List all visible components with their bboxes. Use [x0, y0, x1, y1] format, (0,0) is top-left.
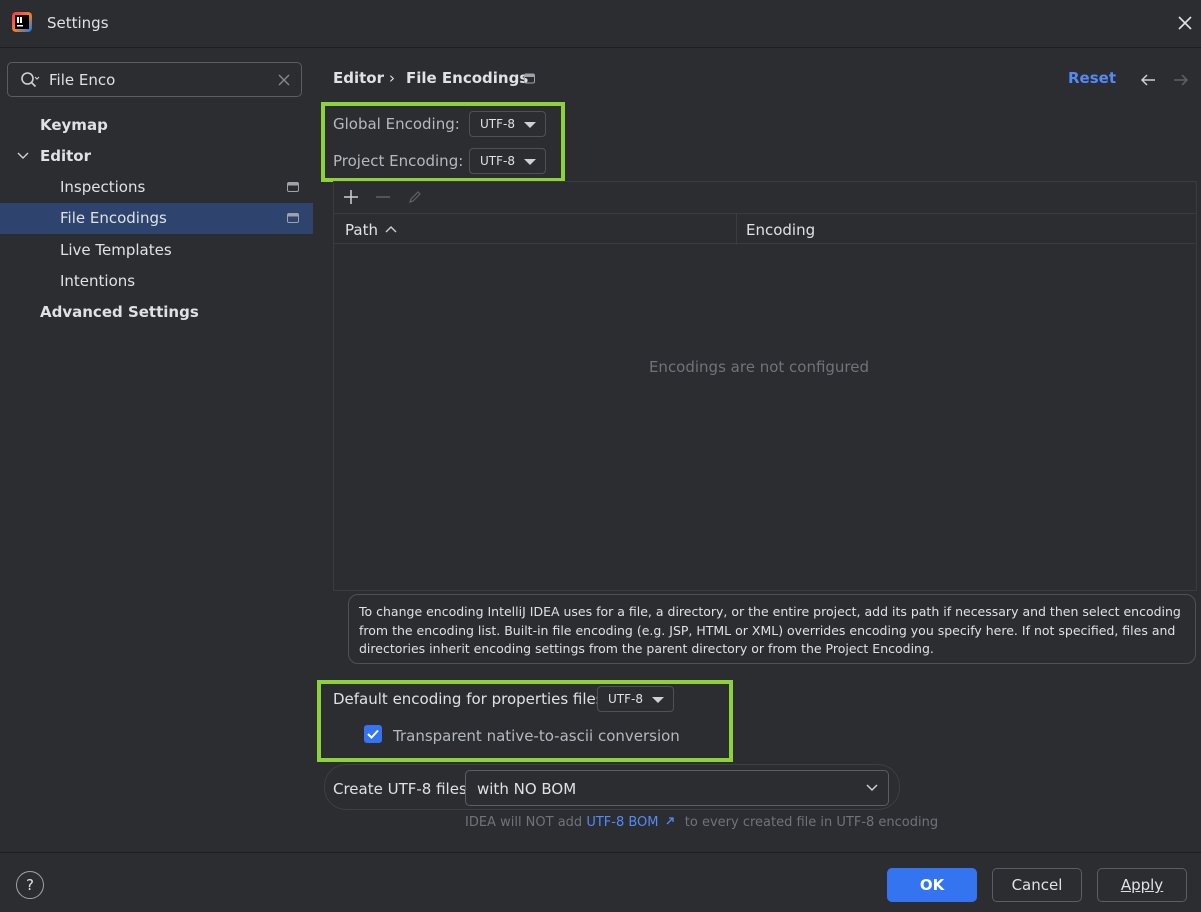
search-icon: [21, 72, 40, 88]
breadcrumb-separator: ›: [389, 69, 395, 87]
window-title: Settings: [47, 14, 109, 32]
help-button[interactable]: ?: [16, 871, 44, 899]
cancel-button[interactable]: Cancel: [992, 868, 1082, 902]
sidebar-item-keymap[interactable]: Keymap: [0, 110, 313, 141]
utf8-bom-link[interactable]: UTF-8 BOM: [586, 815, 658, 830]
sidebar-item-label: Live Templates: [60, 241, 172, 259]
sidebar-item-live-templates[interactable]: Live Templates: [0, 235, 313, 266]
table-header: Path Encoding: [334, 213, 1196, 245]
properties-encoding-label: Default encoding for properties files:: [333, 690, 609, 708]
plus-icon[interactable]: [343, 189, 359, 205]
clear-icon[interactable]: [276, 72, 292, 88]
pencil-icon[interactable]: [407, 189, 423, 205]
dialog-footer: ? OK Cancel Apply: [0, 852, 1201, 912]
project-page-icon: [524, 73, 535, 84]
transparent-conversion-label[interactable]: Transparent native-to-ascii conversion: [393, 727, 680, 745]
sidebar-item-file-encodings[interactable]: File Encodings: [0, 203, 313, 234]
apply-button[interactable]: Apply: [1097, 868, 1187, 902]
sidebar-item-intentions[interactable]: Intentions: [0, 266, 313, 297]
info-text: To change encoding IntelliJ IDEA uses fo…: [348, 594, 1196, 664]
bom-hint-suffix: to every created file in UTF-8 encoding: [684, 815, 939, 830]
ok-button[interactable]: OK: [887, 868, 977, 902]
breadcrumb-editor[interactable]: Editor: [333, 69, 384, 87]
sidebar-item-label: File Encodings: [60, 209, 167, 227]
dropdown-arrow-icon: [524, 159, 536, 165]
reset-link[interactable]: Reset: [1068, 69, 1116, 87]
bom-hint-prefix: IDEA will NOT add: [465, 815, 583, 830]
properties-encoding-select[interactable]: UTF-8: [597, 686, 674, 712]
column-divider[interactable]: [736, 214, 737, 245]
search-input[interactable]: File Enco: [7, 62, 302, 97]
dropdown-arrow-icon: [652, 697, 664, 703]
sidebar-item-editor[interactable]: Editor: [0, 141, 313, 172]
chevron-down-icon: [866, 784, 878, 792]
help-icon: ?: [26, 876, 34, 894]
project-encoding-value: UTF-8: [480, 154, 515, 168]
project-encoding-select[interactable]: UTF-8: [469, 148, 546, 174]
search-input-value: File Enco: [49, 71, 116, 89]
global-encoding-select[interactable]: UTF-8: [469, 111, 546, 137]
breadcrumb-file-encodings: File Encodings: [406, 69, 529, 87]
project-encoding-label: Project Encoding:: [333, 152, 464, 170]
settings-header: Editor › File Encodings Reset: [313, 48, 1201, 102]
arrow-right-icon[interactable]: [1172, 72, 1190, 88]
close-icon[interactable]: [1172, 10, 1198, 36]
encodings-table-panel: Path Encoding Encodings are not configur…: [333, 181, 1197, 591]
bom-hint: IDEA will NOT add UTF-8 BOM to every cre…: [465, 815, 938, 830]
column-header-encoding[interactable]: Encoding: [746, 221, 815, 239]
sidebar-item-label: Keymap: [40, 116, 108, 134]
settings-sidebar: File Enco Keymap Editor Inspections File…: [0, 48, 313, 852]
checkmark-icon: [367, 729, 379, 739]
project-page-icon: [287, 213, 299, 223]
intellij-idea-icon: [12, 12, 32, 32]
sidebar-item-inspections[interactable]: Inspections: [0, 172, 313, 203]
title-bar: Settings: [0, 0, 1201, 48]
empty-table-text: Encodings are not configured: [648, 358, 870, 376]
global-encoding-value: UTF-8: [480, 117, 515, 131]
settings-main-panel: Editor › File Encodings Reset Global Enc…: [313, 48, 1201, 852]
bom-select[interactable]: with NO BOM: [465, 770, 889, 806]
global-encoding-label: Global Encoding:: [333, 115, 460, 133]
chevron-down-icon[interactable]: [16, 150, 30, 162]
column-header-path[interactable]: Path: [345, 221, 378, 239]
sidebar-item-advanced-settings[interactable]: Advanced Settings: [0, 297, 313, 328]
properties-encoding-value: UTF-8: [608, 692, 643, 706]
create-utf8-label: Create UTF-8 files:: [333, 780, 472, 798]
sort-ascending-icon: [385, 226, 397, 233]
sidebar-item-label: Intentions: [60, 272, 136, 290]
sidebar-item-label: Editor: [40, 147, 91, 165]
sidebar-item-label: Inspections: [60, 178, 146, 196]
file-encodings-content: Global Encoding: UTF-8 Project Encoding:…: [313, 102, 1201, 852]
dropdown-arrow-icon: [524, 122, 536, 128]
external-link-icon[interactable]: [665, 816, 675, 826]
arrow-left-icon[interactable]: [1139, 72, 1157, 88]
bom-select-value: with NO BOM: [477, 780, 577, 798]
project-page-icon: [287, 182, 299, 192]
apply-button-label: Apply: [1120, 876, 1164, 894]
transparent-conversion-checkbox[interactable]: [364, 725, 382, 743]
sidebar-item-label: Advanced Settings: [40, 303, 199, 321]
minus-icon[interactable]: [375, 189, 391, 205]
